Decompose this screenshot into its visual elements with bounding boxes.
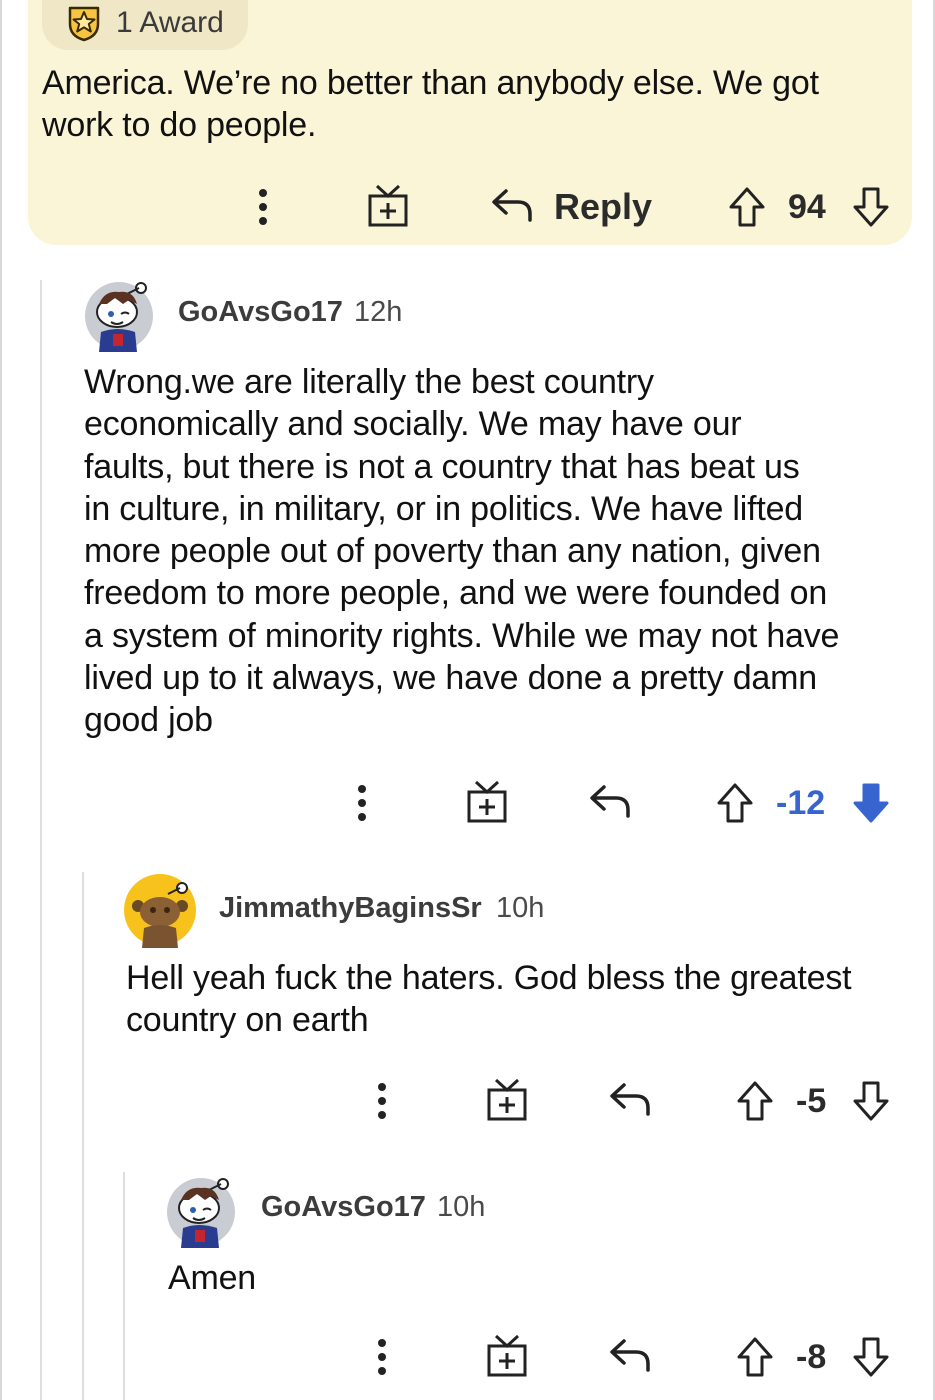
snoo-avatar-icon[interactable] (83, 276, 159, 352)
vote-score: -12 (776, 784, 826, 822)
timestamp: 12h (354, 296, 403, 328)
comment-line: freedom to more people, and we were foun… (84, 574, 828, 613)
more-vertical-icon[interactable] (372, 1338, 392, 1378)
upvote-arrow-icon[interactable] (728, 186, 766, 228)
left-border (0, 0, 2, 1400)
username[interactable]: GoAvsGo17 (178, 296, 343, 329)
downvote-arrow-filled-icon[interactable] (852, 782, 890, 824)
gift-icon[interactable] (466, 780, 508, 824)
comment-line: in culture, in military, or in politics.… (84, 489, 804, 528)
comment-line: America. We’re no better than anybody el… (42, 64, 819, 102)
comment-line: Amen (168, 1259, 257, 1297)
vote-score: 94 (788, 188, 826, 226)
reply-arrow-icon[interactable] (608, 1336, 652, 1376)
comment-line: work to do people. (42, 106, 317, 145)
award-badge[interactable]: 1 Award (42, 0, 248, 50)
comment-line: country on earth (126, 1001, 369, 1040)
comment-line: a system of minority rights. While we ma… (84, 616, 840, 655)
vote-score: -5 (796, 1082, 827, 1120)
comment-line: Wrong.we are literally the best country (84, 363, 654, 401)
comment-body: Hell yeah fuck the haters. God bless the… (126, 957, 852, 1042)
reply-arrow-icon[interactable] (588, 782, 632, 822)
thread-line[interactable] (123, 1172, 125, 1400)
gift-icon[interactable] (486, 1078, 528, 1122)
upvote-arrow-icon[interactable] (736, 1336, 774, 1378)
comment-line: economically and socially. We may have o… (84, 405, 742, 444)
comment-line: lived up to it always, we have done a pr… (84, 659, 817, 698)
reply-button[interactable]: Reply (554, 186, 652, 228)
comment-body: Amen (168, 1257, 256, 1299)
comment-line: faults, but there is not a country that … (84, 447, 800, 486)
gift-icon[interactable] (486, 1334, 528, 1378)
upvote-arrow-icon[interactable] (716, 782, 754, 824)
downvote-arrow-icon[interactable] (852, 1080, 890, 1122)
gift-icon[interactable] (367, 184, 409, 228)
comment-line: Hell yeah fuck the haters. God bless the… (126, 959, 852, 997)
comment-line: more people out of poverty than any nati… (84, 532, 821, 571)
more-vertical-icon[interactable] (372, 1082, 392, 1122)
timestamp: 10h (496, 892, 545, 924)
more-vertical-icon[interactable] (253, 188, 273, 228)
username[interactable]: GoAvsGo17 (261, 1191, 426, 1224)
downvote-arrow-icon[interactable] (852, 186, 890, 228)
comment-line: good job (84, 701, 213, 740)
downvote-arrow-icon[interactable] (852, 1336, 890, 1378)
award-star-icon (68, 6, 100, 42)
username[interactable]: JimmathyBaginsSr (219, 892, 482, 925)
comment-body: America. We’re no better than anybody el… (42, 62, 819, 147)
snoo-avatar-icon[interactable] (124, 872, 200, 948)
snoo-avatar-icon[interactable] (165, 1172, 241, 1248)
vote-score: -8 (796, 1338, 827, 1376)
reply-arrow-icon[interactable] (490, 186, 534, 226)
upvote-arrow-icon[interactable] (736, 1080, 774, 1122)
thread-line[interactable] (40, 280, 42, 1400)
award-label: 1 Award (116, 6, 224, 39)
more-vertical-icon[interactable] (352, 784, 372, 824)
timestamp: 10h (437, 1191, 486, 1223)
thread-line[interactable] (82, 872, 84, 1400)
comment-body: Wrong.we are literally the best country … (84, 361, 839, 742)
reply-arrow-icon[interactable] (608, 1080, 652, 1120)
